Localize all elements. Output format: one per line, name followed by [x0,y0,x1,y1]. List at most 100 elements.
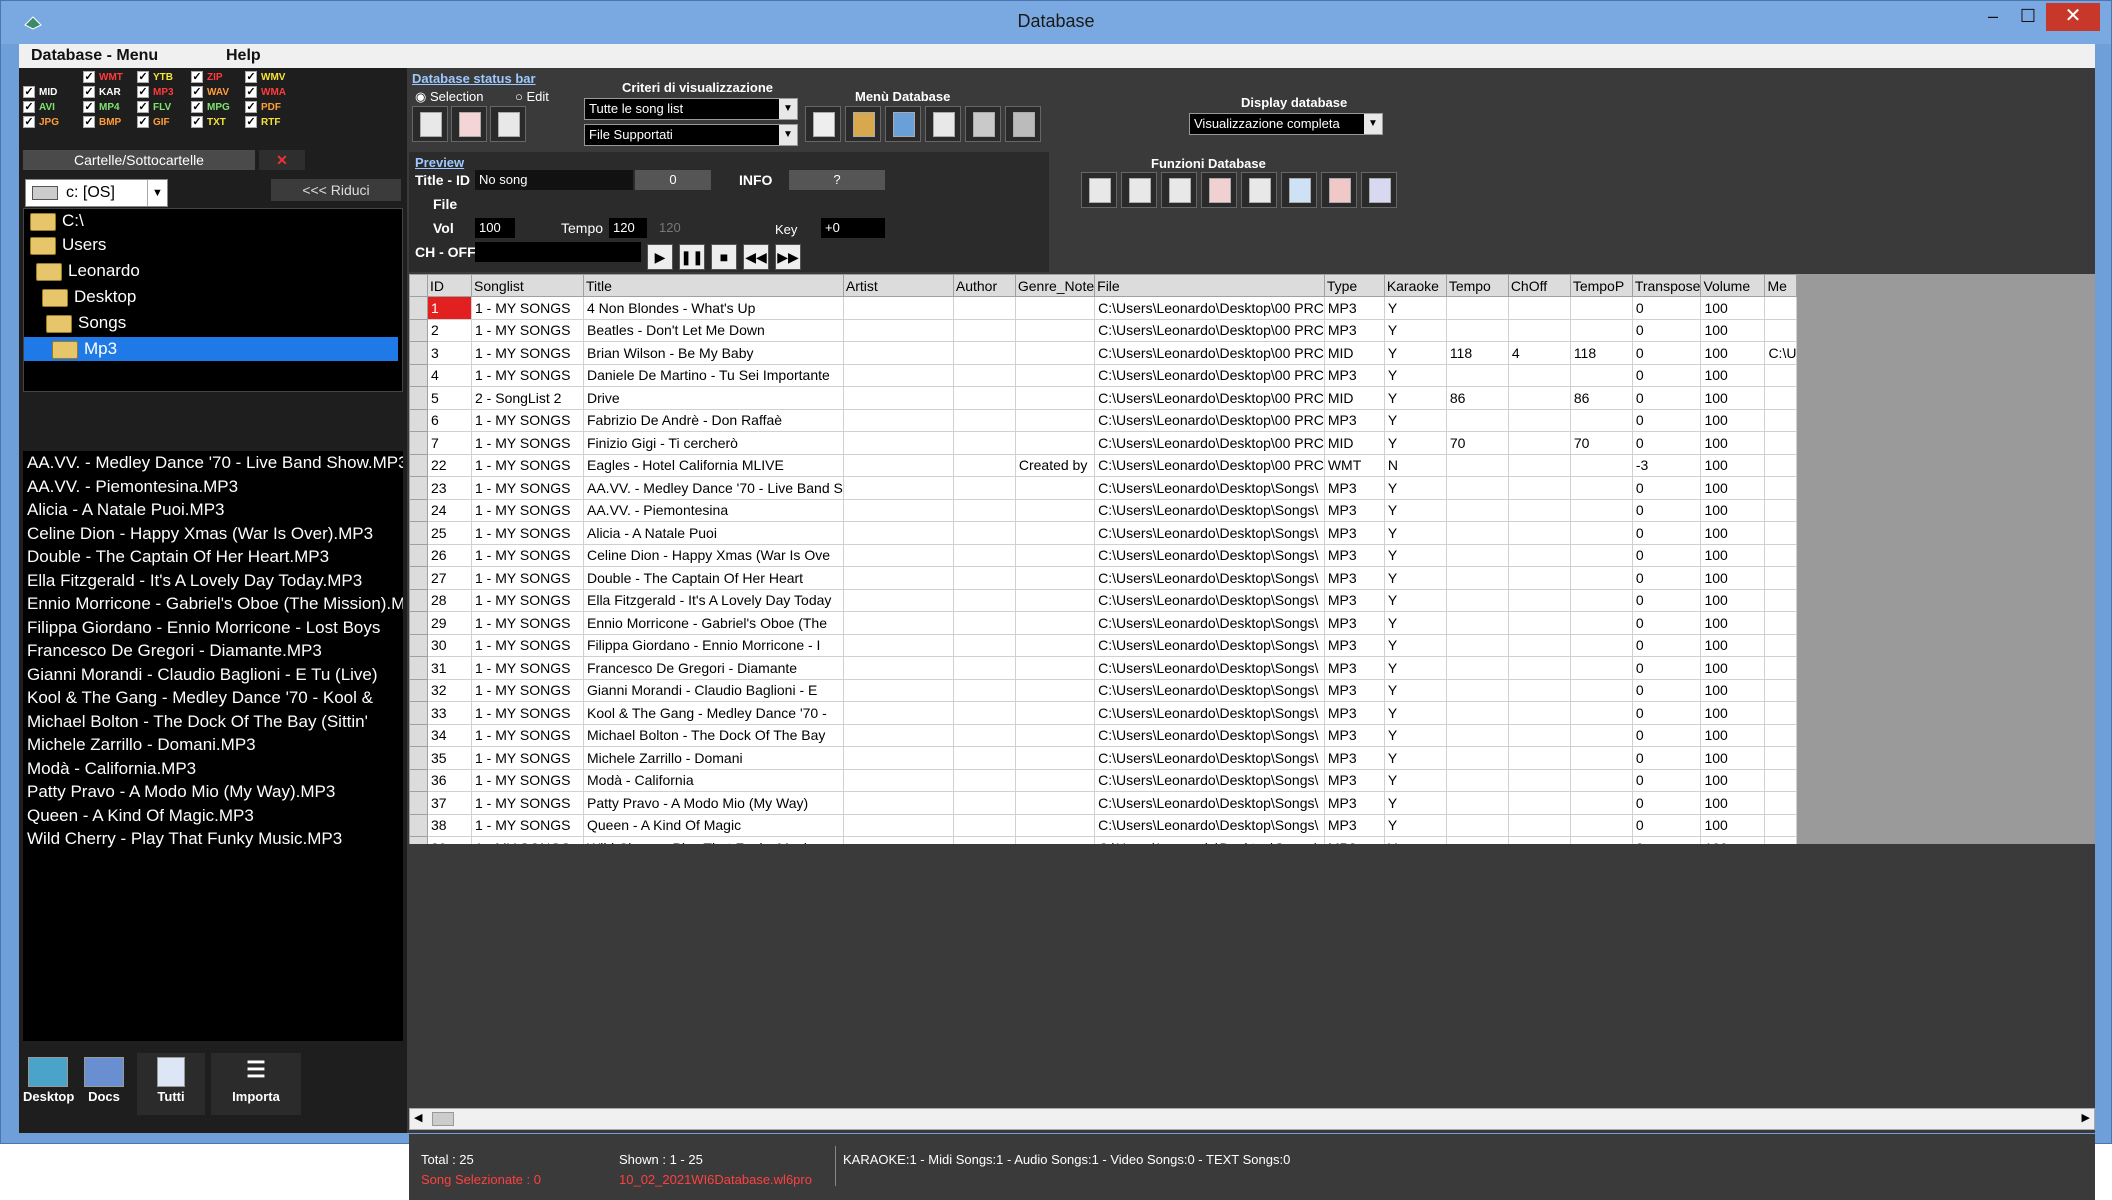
table-cell[interactable] [1507,588,1571,612]
key-field[interactable]: +0 [821,218,885,238]
table-cell[interactable]: 100 [1700,588,1766,612]
table-cell[interactable] [1764,408,1798,432]
table-cell[interactable] [1445,701,1509,725]
table-cell[interactable] [1507,566,1571,590]
row-header[interactable] [409,836,428,844]
table-cell[interactable]: 23 [427,476,472,500]
table-cell[interactable]: MP3 [1323,566,1385,590]
scroll-right-icon[interactable]: ▶ [2082,1111,2090,1124]
table-cell[interactable] [842,363,954,387]
table-cell[interactable] [1507,543,1571,567]
table-cell[interactable]: C:\U [1764,341,1798,365]
column-header[interactable]: Songlist [471,274,584,297]
table-cell[interactable]: Celine Dion - Happy Xmas (War Is Ove [583,543,844,567]
row-header[interactable] [409,813,428,837]
filetype-zip-checkbox[interactable]: ✓ ZIP [191,71,223,85]
table-cell[interactable] [842,318,954,342]
table-cell[interactable]: 33 [427,701,472,725]
table-row[interactable]: 52 - SongList 2 Drive C:\Users\Leonardo\De… [409,386,1798,410]
choff-field[interactable] [475,242,641,262]
table-cell[interactable] [1764,633,1798,657]
table-cell[interactable]: 0 [1631,791,1702,815]
vol-field[interactable]: 100 [475,218,515,238]
table-cell[interactable] [1507,723,1571,747]
table-cell[interactable] [1014,543,1096,567]
table-cell[interactable]: MP3 [1323,296,1385,320]
row-header[interactable] [409,318,428,342]
menu-help[interactable]: Help [226,47,261,65]
pdf-file-button[interactable] [451,106,487,142]
table-cell[interactable]: MP3 [1323,521,1385,545]
table-row[interactable]: 33 1 - MY SONGS Kool & The Gang - Medley D… [409,701,1798,725]
table-cell[interactable]: 1 - MY SONGS [471,723,584,747]
table-cell[interactable] [1507,386,1571,410]
filetype-bmp-checkbox[interactable]: ✓ BMP [83,116,121,130]
table-cell[interactable]: MID [1323,386,1385,410]
table-cell[interactable]: N [1383,453,1447,477]
table-cell[interactable] [1507,498,1571,522]
table-cell[interactable]: C:\Users\Leonardo\Desktop\Songs\ [1094,723,1325,747]
table-cell[interactable] [1014,566,1096,590]
row-header[interactable] [409,768,428,792]
table-cell[interactable]: C:\Users\Leonardo\Desktop\00 PRC [1094,453,1325,477]
table-cell[interactable]: 100 [1700,476,1766,500]
table-cell[interactable] [1014,656,1096,680]
horizontal-scrollbar[interactable]: ◀ ▶ [409,1108,2095,1130]
table-cell[interactable]: C:\Users\Leonardo\Desktop\00 PRC [1094,408,1325,432]
table-cell[interactable] [1507,746,1571,770]
table-cell[interactable]: C:\Users\Leonardo\Desktop\Songs\ [1094,701,1325,725]
table-cell[interactable]: C:\Users\Leonardo\Desktop\Songs\ [1094,836,1325,844]
table-cell[interactable]: 1 - MY SONGS [471,746,584,770]
table-row[interactable]: 31 - MY SONGS Brian Wilson - Be My Baby C:… [409,341,1798,365]
table-cell[interactable]: Brian Wilson - Be My Baby [583,341,844,365]
table-cell[interactable]: 0 [1631,386,1702,410]
filetype-mp4-checkbox[interactable]: ✓ MP4 [83,101,120,115]
table-cell[interactable] [1445,453,1509,477]
table-cell[interactable]: MP3 [1323,318,1385,342]
table-cell[interactable] [1569,543,1633,567]
table-cell[interactable]: 1 - MY SONGS [471,318,584,342]
table-cell[interactable] [952,408,1016,432]
table-cell[interactable]: 1 - MY SONGS [471,611,584,635]
table-cell[interactable] [1507,633,1571,657]
table-cell[interactable]: Finizio Gigi - Ti cercherò [583,431,844,455]
table-cell[interactable]: 1 - MY SONGS [471,453,584,477]
table-cell[interactable] [1764,566,1798,590]
table-cell[interactable]: Y [1383,678,1447,702]
table-cell[interactable]: 100 [1700,431,1766,455]
table-cell[interactable] [1445,543,1509,567]
table-cell[interactable]: Y [1383,566,1447,590]
table-cell[interactable]: 36 [427,768,472,792]
info-field[interactable]: ? [789,170,885,190]
table-cell[interactable]: C:\Users\Leonardo\Desktop\Songs\ [1094,566,1325,590]
file-list-item[interactable]: Ella Fitzgerald - It's A Lovely Day Toda… [27,569,362,592]
file-list-item[interactable]: Filippa Giordano - Ennio Morricone - Los… [27,616,380,639]
table-cell[interactable]: AA.VV. - Medley Dance '70 - Live Band S [583,476,844,500]
table-cell[interactable] [1014,723,1096,747]
table-cell[interactable] [1445,588,1509,612]
table-cell[interactable] [1014,791,1096,815]
table-cell[interactable]: MP3 [1323,543,1385,567]
table-row[interactable]: 11 - MY SONGS 4 Non Blondes - What's Up C:… [409,296,1798,320]
table-cell[interactable]: AA.VV. - Piemontesina [583,498,844,522]
column-header[interactable]: ChOff [1507,274,1571,297]
table-cell[interactable] [952,296,1016,320]
column-header[interactable]: Tempo [1445,274,1509,297]
table-cell[interactable] [952,386,1016,410]
table-cell[interactable] [1507,791,1571,815]
filetype-wmv-checkbox[interactable]: ✓ WMV [245,71,285,85]
table-cell[interactable]: 4 [1507,341,1571,365]
column-header[interactable]: Title [583,274,844,297]
table-cell[interactable] [1445,566,1509,590]
filetype-jpg-checkbox[interactable]: ✓ JPG [23,116,59,130]
table-cell[interactable] [1014,768,1096,792]
func-search-button[interactable] [1281,172,1317,208]
row-header[interactable] [409,543,428,567]
table-cell[interactable] [1014,296,1096,320]
table-cell[interactable] [1014,836,1096,844]
table-row[interactable]: 30 1 - MY SONGS Filippa Giordano - Ennio M… [409,633,1798,657]
row-header[interactable] [409,723,428,747]
table-cell[interactable] [952,723,1016,747]
table-cell[interactable]: 24 [427,498,472,522]
table-cell[interactable] [1764,611,1798,635]
